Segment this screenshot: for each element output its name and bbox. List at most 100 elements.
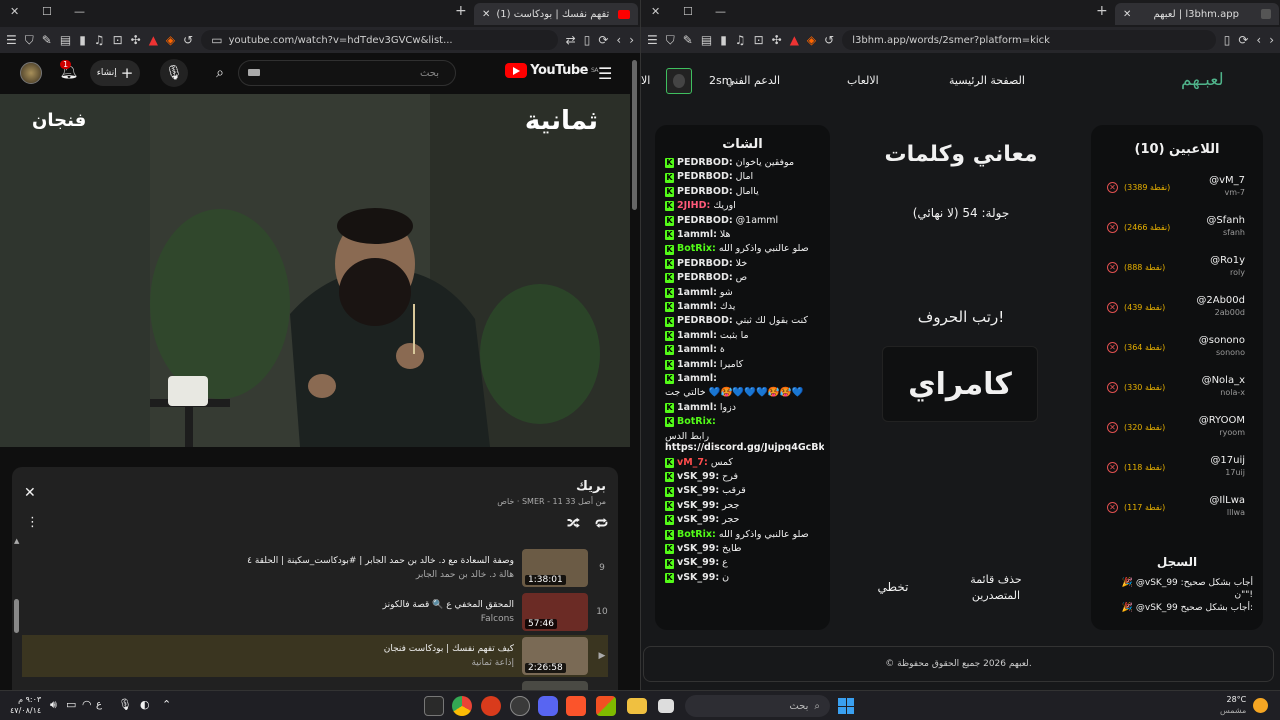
clock[interactable]: ٩:٠٣ م ٤٧/٠٨/١٤ [10,694,41,716]
screenshot-icon[interactable]: ⊡ [754,34,764,46]
close-playlist-icon[interactable]: ✕ [24,485,36,501]
extension-icon[interactable]: ✎ [683,34,693,46]
sidebar-icon[interactable]: ▮ [79,34,86,46]
back-icon[interactable]: ‹ [1256,34,1261,46]
app-icon-clock[interactable] [510,696,530,716]
maximize-window-icon[interactable]: ☐ [42,5,52,18]
remove-player-icon[interactable]: ✕ [1107,181,1118,193]
sidebar-icon[interactable]: ▮ [720,34,727,46]
tab-close-icon[interactable]: ✕ [1123,9,1131,20]
guide-menu-icon[interactable]: ☰ [598,64,612,83]
forward-icon[interactable]: › [629,34,634,46]
wallet-icon[interactable]: ▤ [60,34,71,46]
brave-rewards-icon[interactable]: ▲ [149,34,158,46]
video-player[interactable]: ثمانية فنجان [0,94,630,447]
minimize-window-icon[interactable]: — [715,5,726,18]
refresh-icon[interactable]: ⟳ [1238,34,1248,46]
chat-discord-link[interactable]: https://discord.gg/Jujpq4GcBk [665,441,824,455]
playlist-item[interactable]: وصفة السعادة مع د. خالد بن حمد الجابر | … [22,547,608,589]
nav-support[interactable]: الدعم الفني [726,74,780,87]
bookmark-icon[interactable]: ▯ [1224,34,1231,46]
puzzle-icon[interactable]: ✣ [772,34,782,46]
shield-icon[interactable]: ⛉ [25,34,34,46]
search-clear-icon[interactable] [248,69,260,76]
tab-close-icon[interactable]: ✕ [482,9,490,20]
puzzle-icon[interactable]: ✣ [131,34,141,46]
loop-icon[interactable]: 🔁︎ [595,514,608,533]
tab-l3bhm[interactable]: ✕ لعبهم | l3bhm.app [1115,3,1279,25]
wallet-icon[interactable]: ▤ [701,34,712,46]
file-explorer-icon[interactable] [627,698,647,714]
user-avatar[interactable] [666,68,692,94]
reload-icon[interactable]: ↺ [183,34,193,46]
extension-icon[interactable]: ✎ [42,34,52,46]
task-view-icon[interactable] [658,699,674,713]
page-scrollbar[interactable] [632,60,637,210]
brave-icon[interactable] [566,696,586,716]
windows-start-icon[interactable] [838,698,854,714]
forward-icon[interactable]: › [1269,34,1274,46]
epic-games-icon[interactable] [424,696,444,716]
chrome-icon[interactable] [452,696,472,716]
new-tab-icon[interactable]: + [1096,3,1108,19]
music-icon[interactable]: ♫ [735,34,746,46]
menu-icon[interactable]: ☰ [6,34,17,46]
create-button[interactable]: إنشاء + [90,60,140,86]
address-bar[interactable]: ▭ youtube.com/watch?v=hdTdev3GVCw&list..… [201,30,558,50]
voice-search-button[interactable]: 🎙︎ [160,59,188,87]
screenshot-icon[interactable]: ⊡ [113,34,123,46]
nav-home[interactable]: الصفحة الرئيسية [949,74,1025,87]
taskbar-search[interactable]: بحث ⌕ [685,695,830,717]
wifi-icon[interactable]: ◠ [82,698,92,711]
close-window-icon[interactable]: ✕ [651,5,660,18]
remove-player-icon[interactable]: ✕ [1107,501,1118,513]
display-icon[interactable]: ▭ [66,698,76,711]
new-tab-icon[interactable]: + [455,3,467,19]
playlist-scroll-up-icon[interactable]: ▲ [14,537,19,545]
minimize-window-icon[interactable]: — [74,5,85,18]
notifications-button[interactable]: 🔔︎ 1 [58,60,80,84]
music-icon[interactable]: ♫ [94,34,105,46]
language-indicator[interactable]: ع [96,699,102,710]
skip-button[interactable]: تخطي [873,580,913,594]
chevron-up-icon[interactable]: ⌃ [162,698,171,711]
brave-rewards-icon[interactable]: ▲ [790,34,799,46]
remove-player-icon[interactable]: ✕ [1107,261,1118,273]
avatar[interactable] [20,62,42,84]
remove-player-icon[interactable]: ✕ [1107,421,1118,433]
close-window-icon[interactable]: ✕ [10,5,19,18]
playlist-item[interactable]: المحقق المخفي ع 🔍 قصة فالكونز Falcons 57:4… [22,591,608,633]
app-logo[interactable]: لعبـهم [1181,70,1224,90]
store-icon[interactable] [596,696,616,716]
volume-icon[interactable]: 🔊︎ [50,698,57,712]
youtube-logo[interactable]: YouTube SA [505,63,599,78]
app-icon-red[interactable] [481,696,501,716]
remove-player-icon[interactable]: ✕ [1107,221,1118,233]
share-icon[interactable]: ⇄ [566,34,576,46]
nav-games[interactable]: الالعاب [847,74,879,87]
search-button[interactable]: ⌕ [206,59,234,87]
reload-icon[interactable]: ↺ [824,34,834,46]
remove-player-icon[interactable]: ✕ [1107,461,1118,473]
remove-player-icon[interactable]: ✕ [1107,341,1118,353]
remove-player-icon[interactable]: ✕ [1107,381,1118,393]
maximize-window-icon[interactable]: ☐ [683,5,693,18]
mic-tray-icon[interactable]: 🎙︎ [118,698,132,711]
shield-icon[interactable]: ⛉ [666,34,675,46]
playlist-item[interactable]: صناع المستقبل | الشيخ محمد بن سعود الحمد… [22,679,608,690]
playlist-item[interactable]: كيف تفهم نفسك | بودكاست فنجان إذاعة ثماني… [22,635,608,677]
site-info-icon[interactable]: ▭ [211,34,222,46]
app-tray-icon[interactable]: ◐ [140,698,150,711]
discord-icon[interactable] [538,696,558,716]
tab-youtube[interactable]: ✕ (1) كيف تفهم نفسك | بودكاست [474,3,638,25]
brave-shield-icon[interactable]: ◈ [166,34,175,46]
brave-shield-icon[interactable]: ◈ [807,34,816,46]
clear-leaderboard-button[interactable]: حذف قائمة المتصدرين [961,572,1031,604]
more-options-icon[interactable]: ⋮ [26,515,39,530]
weather-widget[interactable]: 28°C مشمس [1220,694,1246,716]
remove-player-icon[interactable]: ✕ [1107,301,1118,313]
bookmark-icon[interactable]: ▯ [584,34,591,46]
address-bar[interactable]: l3bhm.app/words/2smer?platform=kick [842,30,1216,50]
playlist-scrollbar[interactable] [14,599,19,633]
search-input[interactable]: بحث [238,60,456,86]
